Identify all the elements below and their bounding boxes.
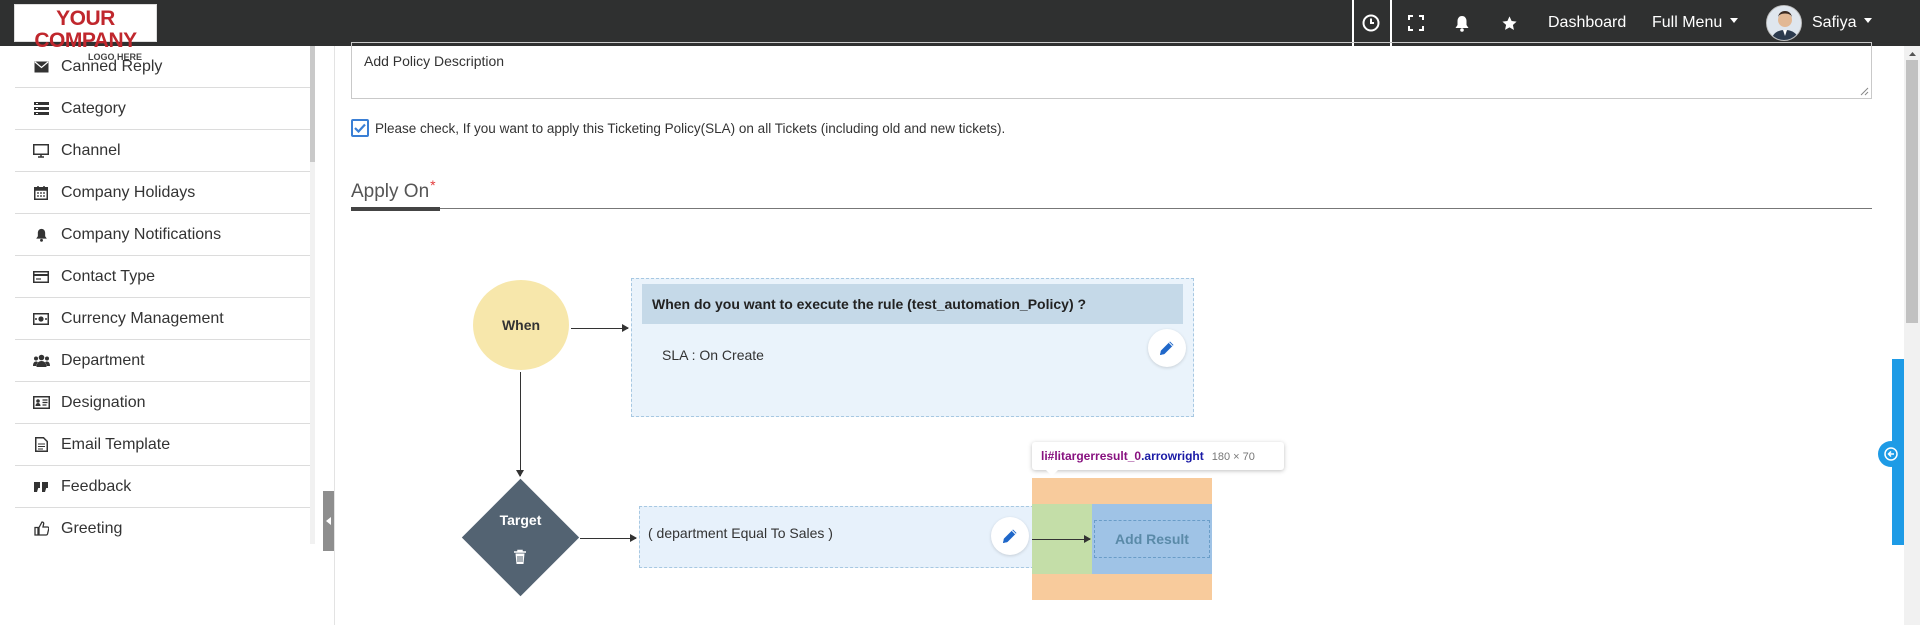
sidebar-item-category[interactable]: Category bbox=[15, 88, 310, 130]
sidebar-item-label: Channel bbox=[61, 141, 121, 159]
when-question-header: When do you want to execute the rule (te… bbox=[642, 284, 1183, 324]
envelope-icon bbox=[31, 59, 51, 75]
file-icon bbox=[31, 437, 51, 453]
condition-box: ( department Equal To Sales ) bbox=[639, 506, 1034, 568]
avatar[interactable] bbox=[1766, 5, 1802, 41]
sidebar-item-greeting[interactable]: Greeting bbox=[15, 508, 310, 544]
tooltip-class: .arrowright bbox=[1141, 449, 1204, 463]
user-name: Safiya bbox=[1812, 14, 1857, 31]
monitor-icon bbox=[31, 143, 51, 159]
when-arrow bbox=[571, 324, 629, 332]
edit-when-button[interactable] bbox=[1148, 329, 1186, 367]
sidebar-item-label: Designation bbox=[61, 393, 146, 411]
sidebar-item-label: Category bbox=[61, 99, 126, 117]
when-rule-box: When do you want to execute the rule (te… bbox=[631, 278, 1194, 417]
when-trigger-value: SLA : On Create bbox=[662, 347, 764, 363]
policy-description-input[interactable]: Add Policy Description bbox=[351, 42, 1872, 99]
chevron-down-icon bbox=[1864, 18, 1873, 24]
description-placeholder: Add Policy Description bbox=[364, 53, 505, 69]
required-marker: * bbox=[430, 177, 436, 193]
clock-icon[interactable] bbox=[1358, 10, 1384, 36]
condition-text: ( department Equal To Sales ) bbox=[648, 525, 833, 541]
sidebar-item-designation[interactable]: Designation bbox=[15, 382, 310, 424]
bell-icon bbox=[31, 227, 51, 243]
company-logo[interactable]: YOUR COMPANY LOGO HERE bbox=[14, 4, 157, 62]
side-panel-toggle-button[interactable] bbox=[1878, 441, 1904, 467]
sidebar-item-channel[interactable]: Channel bbox=[15, 130, 310, 172]
section-underline bbox=[351, 207, 440, 211]
sidebar-item-label: Canned Reply bbox=[61, 57, 163, 75]
scroll-up-arrow-icon[interactable] bbox=[1904, 46, 1920, 60]
sidebar-item-label: Contact Type bbox=[61, 267, 155, 285]
money-icon bbox=[31, 311, 51, 327]
id-card-icon bbox=[31, 395, 51, 411]
star-icon[interactable] bbox=[1496, 10, 1522, 36]
section-divider bbox=[351, 208, 1872, 209]
users-icon bbox=[31, 353, 51, 369]
when-question-text: When do you want to execute the rule (te… bbox=[652, 296, 1087, 312]
apply-all-tickets-checkbox[interactable] bbox=[351, 119, 369, 137]
target-node bbox=[461, 478, 580, 597]
quote-icon bbox=[31, 479, 51, 495]
target-label: Target bbox=[499, 512, 542, 528]
apply-on-title: Apply On bbox=[351, 181, 430, 202]
tooltip-selector: li#litargerresult_0 bbox=[1041, 449, 1142, 463]
chevron-left-icon bbox=[326, 517, 331, 525]
chevron-down-icon bbox=[1730, 18, 1739, 24]
dashboard-link[interactable]: Dashboard bbox=[1548, 14, 1626, 32]
sidebar-item-label: Currency Management bbox=[61, 309, 224, 327]
sidebar-item-label: Department bbox=[61, 351, 145, 369]
settings-sidebar: Canned Reply Category Channel Company Ho… bbox=[15, 46, 310, 544]
dashboard-label: Dashboard bbox=[1548, 14, 1627, 31]
sidebar-item-company-notifications[interactable]: Company Notifications bbox=[15, 214, 310, 256]
apply-on-heading: Apply On* bbox=[351, 177, 436, 203]
content-divider bbox=[334, 46, 335, 625]
sidebar-item-contact-type[interactable]: Contact Type bbox=[15, 256, 310, 298]
pencil-icon bbox=[1003, 529, 1017, 543]
user-menu-dropdown[interactable]: Safiya bbox=[1812, 14, 1873, 32]
when-label: When bbox=[501, 317, 541, 333]
add-result-button[interactable]: Add Result bbox=[1094, 520, 1210, 558]
target-arrow bbox=[580, 534, 637, 542]
page-scrollbar-thumb[interactable] bbox=[1906, 60, 1918, 323]
sidebar-item-canned-reply[interactable]: Canned Reply bbox=[15, 46, 310, 88]
pencil-icon bbox=[1160, 341, 1174, 355]
calendar-icon bbox=[31, 185, 51, 201]
arrow-left-circle-icon bbox=[1884, 447, 1898, 461]
sidebar-item-label: Company Holidays bbox=[61, 183, 196, 201]
add-result-label: Add Result bbox=[1115, 531, 1189, 547]
sidebar-item-label: Email Template bbox=[61, 435, 171, 453]
thumbs-up-icon bbox=[31, 521, 51, 537]
list-icon bbox=[31, 101, 51, 117]
when-to-target-arrow bbox=[516, 372, 524, 477]
sidebar-item-label: Company Notifications bbox=[61, 225, 222, 243]
edit-condition-button[interactable] bbox=[991, 517, 1029, 555]
tooltip-dimensions: 180 × 70 bbox=[1211, 451, 1255, 463]
top-navbar: YOUR COMPANY LOGO HERE Dashboard Full Me… bbox=[0, 0, 1920, 62]
sidebar-item-company-holidays[interactable]: Company Holidays bbox=[15, 172, 310, 214]
bell-icon[interactable] bbox=[1449, 10, 1475, 36]
sidebar-item-currency-management[interactable]: Currency Management bbox=[15, 298, 310, 340]
trash-icon[interactable] bbox=[510, 547, 530, 567]
devtools-inspect-tooltip: li#litargerresult_0.arrowright 180 × 70 bbox=[1032, 442, 1284, 476]
result-item-highlight: Add Result bbox=[1032, 478, 1212, 600]
result-arrow bbox=[1032, 535, 1091, 543]
fullscreen-icon[interactable] bbox=[1403, 10, 1429, 36]
sidebar-item-label: Feedback bbox=[61, 477, 132, 495]
sidebar-scrollbar-thumb[interactable] bbox=[310, 46, 315, 162]
when-node: When bbox=[473, 280, 569, 370]
full-menu-label: Full Menu bbox=[1652, 14, 1723, 31]
sidebar-item-department[interactable]: Department bbox=[15, 340, 310, 382]
sidebar-item-email-template[interactable]: Email Template bbox=[15, 424, 310, 466]
navbar-divider bbox=[1390, 0, 1392, 46]
apply-all-tickets-label: Please check, If you want to apply this … bbox=[375, 121, 1006, 136]
sidebar-item-feedback[interactable]: Feedback bbox=[15, 466, 310, 508]
sidebar-item-label: Greeting bbox=[61, 519, 123, 537]
card-icon bbox=[31, 269, 51, 285]
navbar-divider bbox=[1352, 0, 1354, 46]
checkmark-icon bbox=[354, 123, 366, 133]
resize-grip-icon[interactable] bbox=[1860, 87, 1869, 96]
full-menu-dropdown[interactable]: Full Menu bbox=[1652, 14, 1739, 32]
